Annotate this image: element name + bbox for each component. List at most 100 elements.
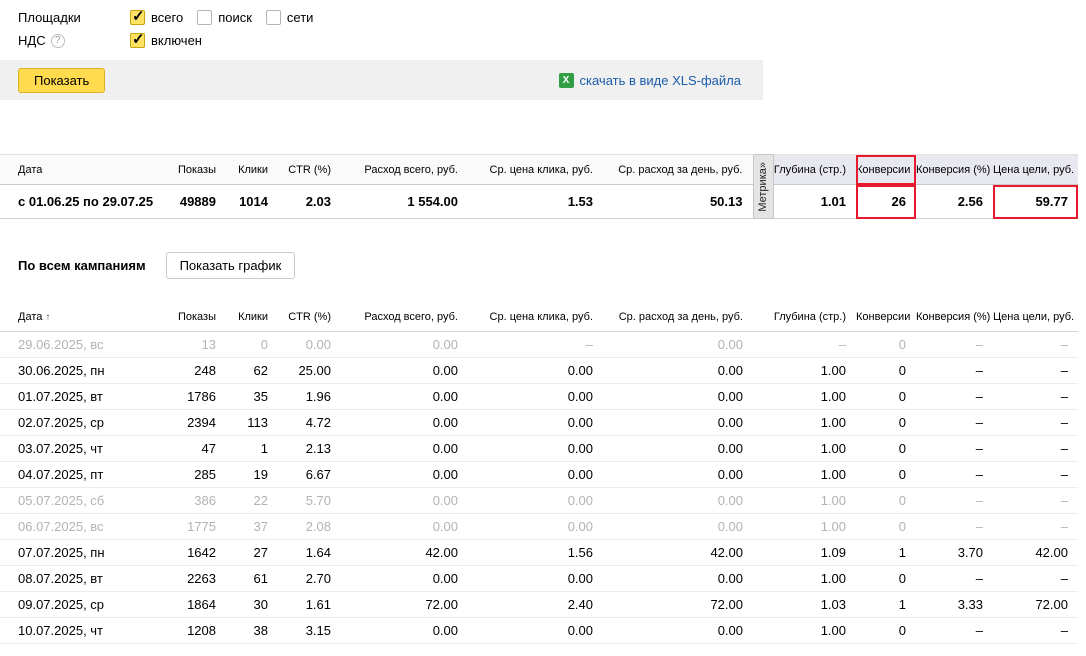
daily-table-cell: 0.00: [468, 357, 603, 383]
daily-table-cell: 0: [856, 565, 916, 591]
daily-table-cell: 1.00: [753, 435, 856, 461]
daily-table-cell: –: [916, 617, 993, 643]
daily-table-cell: 3.15: [278, 617, 341, 643]
daily-table-cell: 03.07.2025, чт: [0, 435, 160, 461]
download-xls-link[interactable]: X скачать в виде XLS-файла: [559, 73, 742, 88]
daily-column-header[interactable]: CTR (%): [278, 303, 341, 331]
daily-table-cell: 4.72: [278, 409, 341, 435]
show-button[interactable]: Показать: [18, 68, 105, 93]
metrika-tab[interactable]: Метрика»: [753, 155, 773, 219]
daily-table-cell: 1864: [160, 591, 226, 617]
daily-table-cell: 02.07.2025, ср: [0, 409, 160, 435]
daily-table-cell: 0.00: [468, 383, 603, 409]
daily-table-body: 29.06.2025, вс1300.000.00–0.00–0––30.06.…: [0, 331, 1078, 643]
daily-table-cell: 72.00: [341, 591, 468, 617]
column-header-label: Ср. цена клика, руб.: [490, 311, 593, 323]
daily-column-header[interactable]: Глубина (стр.): [753, 303, 856, 331]
daily-table-cell: 3.33: [916, 591, 993, 617]
column-header-label: Расход всего, руб.: [364, 311, 458, 323]
daily-column-header[interactable]: Клики: [226, 303, 278, 331]
daily-table-cell: 1.00: [753, 513, 856, 539]
daily-column-header[interactable]: Расход всего, руб.: [341, 303, 468, 331]
daily-table-cell: 47: [160, 435, 226, 461]
daily-table-cell: 0.00: [341, 461, 468, 487]
daily-column-header[interactable]: Ср. расход за день, руб.: [603, 303, 753, 331]
daily-table-cell: 0.00: [341, 487, 468, 513]
help-icon[interactable]: ?: [51, 34, 65, 48]
daily-table-cell: 13: [160, 331, 226, 357]
daily-table-cell: –: [993, 565, 1078, 591]
daily-table-cell: –: [916, 487, 993, 513]
daily-column-header[interactable]: Конверсии: [856, 303, 916, 331]
daily-column-header[interactable]: Ср. цена клика, руб.: [468, 303, 603, 331]
daily-column-header[interactable]: Показы: [160, 303, 226, 331]
toolbar: Показать X скачать в виде XLS-файла: [0, 60, 763, 100]
daily-table-cell: 01.07.2025, вт: [0, 383, 160, 409]
daily-table-cell: –: [916, 331, 993, 357]
daily-table-cell: 0.00: [468, 513, 603, 539]
daily-table-cell: 09.07.2025, ср: [0, 591, 160, 617]
vat-label-text: НДС: [18, 33, 46, 48]
column-header-shows: Показы: [160, 155, 226, 185]
summary-cell-depth: 1.01: [773, 185, 856, 219]
daily-table-cell: 1775: [160, 513, 226, 539]
daily-table-cell: 1: [226, 435, 278, 461]
xls-file-icon: X: [559, 73, 574, 88]
daily-table-cell: 2.08: [278, 513, 341, 539]
checkbox-total[interactable]: всего: [130, 10, 183, 25]
daily-table-cell: 0.00: [603, 565, 753, 591]
show-chart-button[interactable]: Показать график: [166, 252, 296, 279]
checkbox-label: сети: [287, 10, 314, 25]
daily-table-cell: 22: [226, 487, 278, 513]
column-header-avg-click-price: Ср. цена клика, руб.: [468, 155, 603, 185]
chevron-expand-icon: »: [757, 162, 769, 168]
metrika-tab-text: Метрика: [757, 168, 769, 212]
checkbox-vat-included[interactable]: включен: [130, 33, 202, 48]
daily-column-header[interactable]: Дата↑: [0, 303, 160, 331]
summary-cell-conversions: 26: [856, 185, 916, 219]
daily-table-cell: 0.00: [468, 617, 603, 643]
column-header-conversion-rate: Конверсия (%): [916, 155, 993, 185]
checkbox-networks[interactable]: сети: [266, 10, 314, 25]
daily-table-cell: 42.00: [993, 539, 1078, 565]
column-header-date: Дата: [0, 155, 160, 185]
daily-table-cell: 0: [856, 331, 916, 357]
daily-table-cell: –: [916, 383, 993, 409]
daily-table-cell: 10.07.2025, чт: [0, 617, 160, 643]
daily-table-cell: –: [993, 617, 1078, 643]
column-header-label: Ср. расход за день, руб.: [619, 311, 743, 323]
column-header-label: Цена цели, руб.: [993, 311, 1074, 323]
daily-column-header[interactable]: Конверсия (%): [916, 303, 993, 331]
campaigns-title: По всем кампаниям: [18, 258, 146, 273]
daily-table-cell: 0: [856, 383, 916, 409]
daily-table-cell: –: [993, 357, 1078, 383]
daily-table-cell: 0.00: [603, 435, 753, 461]
daily-table-cell: –: [993, 461, 1078, 487]
daily-table-cell: –: [916, 435, 993, 461]
checkbox-search[interactable]: поиск: [197, 10, 252, 25]
daily-table-cell: 1.00: [753, 565, 856, 591]
daily-table-row: 08.07.2025, вт2263612.700.000.000.001.00…: [0, 565, 1078, 591]
daily-column-header[interactable]: Цена цели, руб.: [993, 303, 1078, 331]
daily-table-row: 09.07.2025, ср1864301.6172.002.4072.001.…: [0, 591, 1078, 617]
daily-table-cell: 1.00: [753, 383, 856, 409]
daily-table-cell: 42.00: [341, 539, 468, 565]
daily-table-cell: 1.00: [753, 409, 856, 435]
column-header-label: Конверсия (%): [916, 311, 990, 323]
platforms-label: Площадки: [18, 10, 130, 25]
column-header-label: Показы: [178, 311, 216, 323]
daily-table-cell: 0.00: [468, 461, 603, 487]
daily-table-cell: 27: [226, 539, 278, 565]
daily-table-cell: 0.00: [603, 461, 753, 487]
daily-table-cell: 0.00: [603, 513, 753, 539]
daily-table-cell: 1.56: [468, 539, 603, 565]
daily-table-cell: 08.07.2025, вт: [0, 565, 160, 591]
daily-table-cell: –: [993, 487, 1078, 513]
daily-table-cell: 1.00: [753, 357, 856, 383]
daily-table-cell: 38: [226, 617, 278, 643]
daily-table-cell: 1.61: [278, 591, 341, 617]
daily-table-cell: –: [916, 461, 993, 487]
metrika-tab-label: Метрика»: [754, 162, 772, 212]
filters-panel: Площадки всего поиск сети НДС ? включен: [0, 0, 1086, 52]
summary-table: Дата Показы Клики CTR (%) Расход всего, …: [0, 154, 1078, 219]
